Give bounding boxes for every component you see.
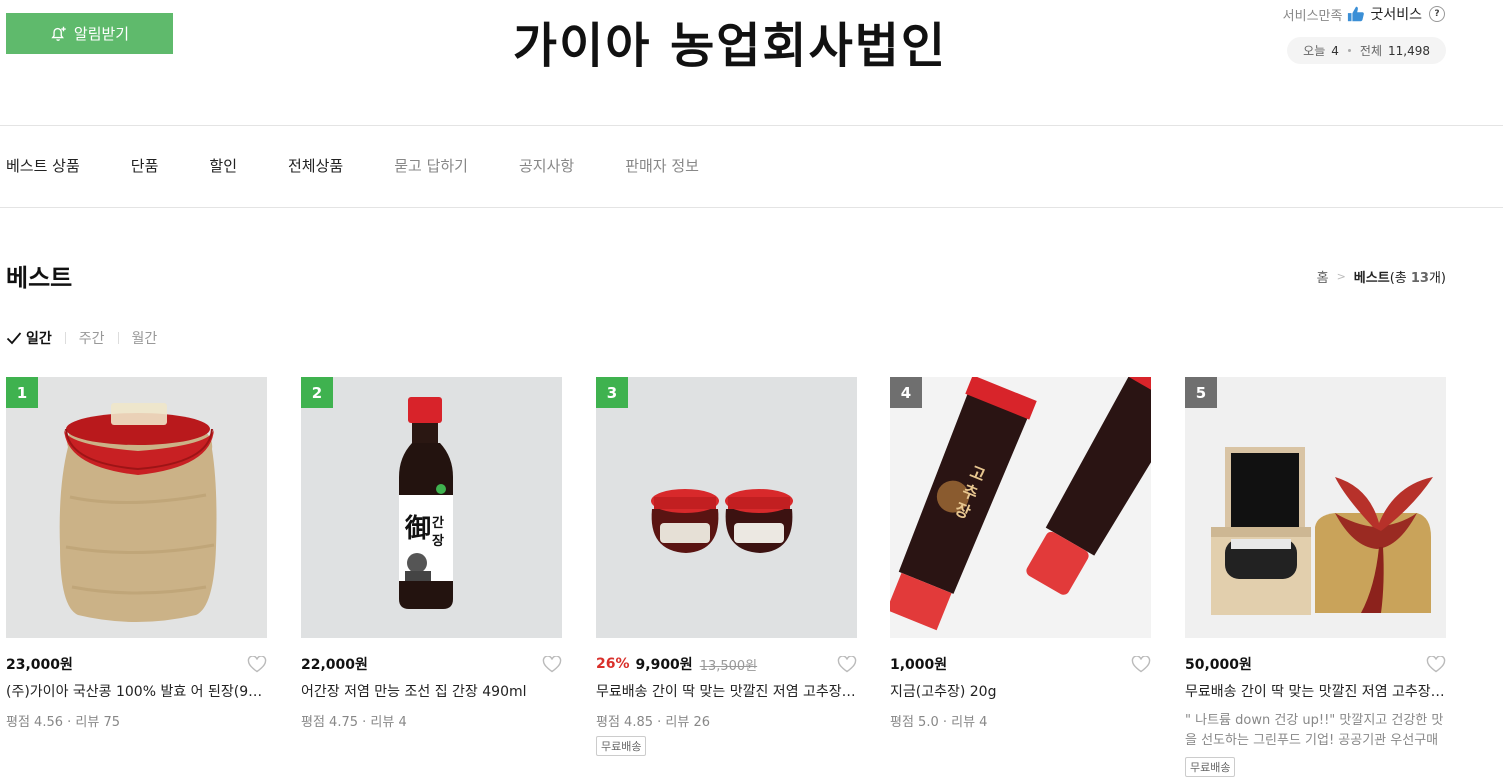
rank-badge: 5 bbox=[1185, 377, 1217, 408]
free-shipping-badge: 무료배송 bbox=[1185, 757, 1236, 777]
price-row: 23,000원 bbox=[6, 654, 267, 674]
svg-text:간: 간 bbox=[432, 515, 444, 531]
store-nav: 베스트 상품 단품 할인 전체상품 묻고 답하기 공지사항 판매자 정보 bbox=[6, 155, 750, 176]
rank-badge: 4 bbox=[890, 377, 922, 408]
product-image[interactable]: 2 御 간 장 bbox=[301, 377, 562, 638]
divider bbox=[64, 332, 66, 344]
today-count: 4 bbox=[1331, 43, 1339, 58]
product-image[interactable]: 1 bbox=[6, 377, 267, 638]
product-price: 9,900원 bbox=[635, 657, 693, 673]
total-label: 전체 bbox=[1359, 44, 1382, 58]
divider bbox=[117, 332, 119, 344]
nav-best[interactable]: 베스트 상품 bbox=[6, 155, 80, 176]
product-name[interactable]: 무료배송 간이 딱 맞는 맛깔진 저염 고추장 선물세트 bbox=[1185, 681, 1446, 701]
heart-icon[interactable] bbox=[542, 656, 562, 673]
store-title: 가이아 농업회사법인 bbox=[512, 18, 948, 74]
product-price: 22,000원 bbox=[301, 657, 368, 673]
price-row: 26% 9,900원 13,500원 bbox=[596, 654, 857, 674]
product-price: 1,000원 bbox=[890, 657, 948, 673]
product-name[interactable]: (주)가이아 국산콩 100% 발효 어 된장(900g) bbox=[6, 681, 267, 701]
divider bbox=[0, 207, 1503, 208]
breadcrumb-current: 베스트 bbox=[1353, 271, 1390, 286]
today-label: 오늘 bbox=[1303, 44, 1326, 58]
service-grade: 굿서비스 bbox=[1370, 7, 1422, 23]
product-description: " 나트륨 down 건강 up!!" 맛깔지고 건강한 맛을 선도하는 그린푸… bbox=[1185, 713, 1444, 748]
product-card[interactable]: 1 23,000원 (주)가이아 국산콩 100% 발효 어 된장(900g) … bbox=[6, 377, 267, 730]
page-title: 베스트 bbox=[6, 264, 73, 292]
product-name[interactable]: 무료배송 간이 딱 맞는 맛깔진 저염 고추장 된장 bbox=[596, 681, 857, 701]
gochujang-tubes-image: 고 추 장 bbox=[890, 377, 1151, 638]
breadcrumb-count: 13 bbox=[1410, 271, 1429, 286]
product-image[interactable]: 3 bbox=[596, 377, 857, 638]
heart-icon[interactable] bbox=[247, 656, 267, 673]
product-card[interactable]: 5 50,000원 무료배송 간이 딱 맞는 맛깔진 저염 고추장 선물세트 "… bbox=[1185, 377, 1446, 777]
nav-qna[interactable]: 묻고 답하기 bbox=[394, 155, 468, 176]
product-image[interactable]: 5 bbox=[1185, 377, 1446, 638]
price-row: 50,000원 bbox=[1185, 654, 1446, 674]
product-name[interactable]: 어간장 저염 만능 조선 집 간장 490ml bbox=[301, 681, 562, 701]
free-shipping-badge: 무료배송 bbox=[596, 736, 647, 756]
product-rating: 평점 4.56 · 리뷰 75 bbox=[6, 715, 120, 730]
visitor-count: 오늘 4 전체 11,498 bbox=[1287, 37, 1446, 64]
nav-sale[interactable]: 할인 bbox=[209, 155, 237, 176]
help-icon[interactable]: ? bbox=[1429, 6, 1445, 22]
price-row: 1,000원 bbox=[890, 654, 1151, 674]
original-price: 13,500원 bbox=[699, 658, 758, 674]
gochujang-jars-image bbox=[596, 377, 857, 638]
product-card[interactable]: 3 26% 9,900원 13,500원 무료배송 간이 딱 맞는 맛깔진 저염… bbox=[596, 377, 857, 756]
service-rating: 서비스만족 굿서비스 ? bbox=[1283, 3, 1445, 25]
rank-badge: 2 bbox=[301, 377, 333, 408]
product-rating: 평점 4.75 · 리뷰 4 bbox=[301, 715, 407, 730]
discount-rate: 26% bbox=[596, 656, 630, 672]
product-card[interactable]: 4 고 추 장 1,000원 지금(고추장) 20g 평점 5.0 · 리뷰 4 bbox=[890, 377, 1151, 730]
divider bbox=[0, 125, 1503, 126]
product-rating: 평점 5.0 · 리뷰 4 bbox=[890, 715, 988, 730]
breadcrumb-count-prefix: (총 bbox=[1389, 271, 1411, 286]
tab-weekly[interactable]: 주간 bbox=[79, 328, 105, 348]
svg-text:장: 장 bbox=[432, 533, 444, 549]
nav-seller-info[interactable]: 판매자 정보 bbox=[625, 155, 699, 176]
product-card[interactable]: 2 御 간 장 22,000원 어간장 저염 만능 조선 집 간장 490ml … bbox=[301, 377, 562, 730]
product-image[interactable]: 4 고 추 장 bbox=[890, 377, 1151, 638]
breadcrumb: 홈 > 베스트(총 13개) bbox=[1317, 267, 1446, 286]
product-rating: 평점 4.85 · 리뷰 26 bbox=[596, 715, 710, 730]
separator-dot bbox=[1347, 49, 1351, 52]
check-icon bbox=[6, 332, 22, 345]
svg-text:御: 御 bbox=[404, 513, 431, 544]
nav-single[interactable]: 단품 bbox=[131, 155, 159, 176]
rank-badge: 1 bbox=[6, 377, 38, 408]
rank-badge: 3 bbox=[596, 377, 628, 408]
heart-icon[interactable] bbox=[1426, 656, 1446, 673]
doenjang-jar-image bbox=[6, 377, 267, 638]
tab-daily-label: 일간 bbox=[26, 331, 52, 347]
tab-monthly[interactable]: 월간 bbox=[132, 328, 158, 348]
thumbs-up-icon bbox=[1348, 6, 1365, 22]
product-price: 23,000원 bbox=[6, 657, 73, 673]
price-row: 22,000원 bbox=[301, 654, 562, 674]
heart-icon[interactable] bbox=[837, 656, 857, 673]
period-tabs: 일간 주간 월간 bbox=[6, 328, 157, 348]
product-price: 50,000원 bbox=[1185, 657, 1252, 673]
soy-sauce-bottle-image: 御 간 장 bbox=[301, 377, 562, 638]
product-name[interactable]: 지금(고추장) 20g bbox=[890, 681, 1151, 701]
nav-notice[interactable]: 공지사항 bbox=[519, 155, 574, 176]
nav-all-products[interactable]: 전체상품 bbox=[288, 155, 343, 176]
breadcrumb-home[interactable]: 홈 bbox=[1317, 267, 1329, 286]
total-count: 11,498 bbox=[1388, 43, 1430, 58]
gift-set-image bbox=[1185, 377, 1446, 638]
breadcrumb-count-suffix: 개) bbox=[1428, 271, 1446, 286]
heart-icon[interactable] bbox=[1131, 656, 1151, 673]
tab-daily[interactable]: 일간 bbox=[6, 328, 52, 348]
service-label: 서비스만족 bbox=[1282, 8, 1343, 24]
chevron-right-icon: > bbox=[1336, 270, 1346, 283]
